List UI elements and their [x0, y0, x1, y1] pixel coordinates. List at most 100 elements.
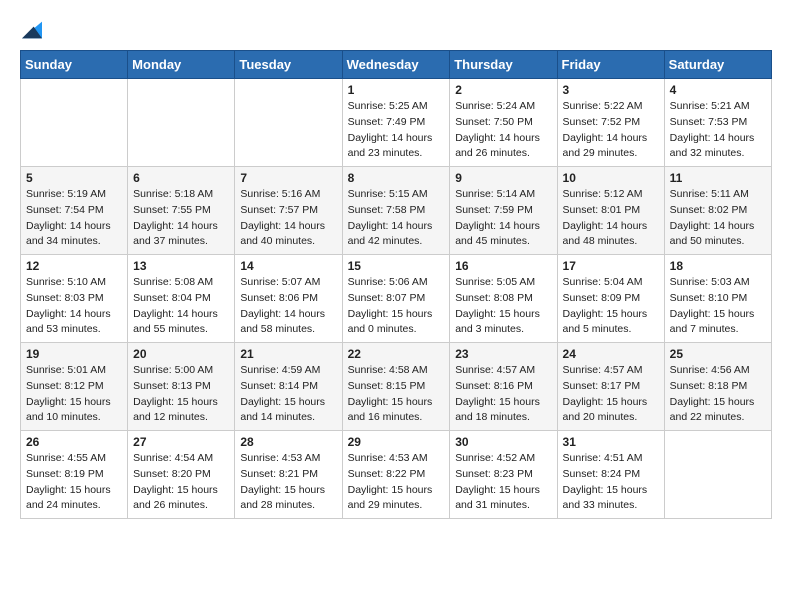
day-info: Sunrise: 5:22 AMSunset: 7:52 PMDaylight:… — [563, 99, 659, 162]
day-info: Sunrise: 4:53 AMSunset: 8:21 PMDaylight:… — [240, 451, 336, 514]
calendar-cell-week2-day6: 11 Sunrise: 5:11 AMSunset: 8:02 PMDayligh… — [664, 167, 771, 255]
calendar-cell-week4-day6: 25 Sunrise: 4:56 AMSunset: 8:18 PMDayligh… — [664, 343, 771, 431]
day-number: 5 — [26, 171, 122, 185]
calendar-cell-week1-day5: 3 Sunrise: 5:22 AMSunset: 7:52 PMDaylight… — [557, 79, 664, 167]
calendar-cell-week2-day0: 5Sunrise: 5:19 AMSunset: 7:54 PMDaylight… — [21, 167, 128, 255]
weekday-header-row: SundayMondayTuesdayWednesdayThursdayFrid… — [21, 51, 772, 79]
day-info: Sunrise: 5:11 AMSunset: 8:02 PMDaylight:… — [670, 187, 766, 250]
calendar-cell-week3-day0: 12 Sunrise: 5:10 AMSunset: 8:03 PMDayligh… — [21, 255, 128, 343]
day-info: Sunrise: 5:14 AMSunset: 7:59 PMDaylight:… — [455, 187, 551, 250]
calendar-cell-week2-day5: 10 Sunrise: 5:12 AMSunset: 8:01 PMDayligh… — [557, 167, 664, 255]
calendar-cell-week1-day6: 4 Sunrise: 5:21 AMSunset: 7:53 PMDaylight… — [664, 79, 771, 167]
day-number: 13 — [133, 259, 229, 273]
weekday-header-thursday: Thursday — [450, 51, 557, 79]
calendar-cell-week5-day2: 28 Sunrise: 4:53 AMSunset: 8:21 PMDayligh… — [235, 431, 342, 519]
day-number: 22 — [348, 347, 445, 361]
calendar-cell-week4-day3: 22Sunrise: 4:58 AMSunset: 8:15 PMDayligh… — [342, 343, 450, 431]
logo-icon — [22, 20, 42, 40]
weekday-header-sunday: Sunday — [21, 51, 128, 79]
day-info: Sunrise: 5:24 AMSunset: 7:50 PMDaylight:… — [455, 99, 551, 162]
day-info: Sunrise: 4:52 AMSunset: 8:23 PMDaylight:… — [455, 451, 551, 514]
calendar-cell-week1-day0 — [21, 79, 128, 167]
week-row-1: 1 Sunrise: 5:25 AMSunset: 7:49 PMDaylight… — [21, 79, 772, 167]
day-number: 14 — [240, 259, 336, 273]
day-info: Sunrise: 5:05 AMSunset: 8:08 PMDaylight:… — [455, 275, 551, 338]
week-row-4: 19 Sunrise: 5:01 AMSunset: 8:12 PMDayligh… — [21, 343, 772, 431]
calendar-cell-week1-day1 — [128, 79, 235, 167]
weekday-header-wednesday: Wednesday — [342, 51, 450, 79]
day-info: Sunrise: 5:07 AMSunset: 8:06 PMDaylight:… — [240, 275, 336, 338]
day-number: 3 — [563, 83, 659, 97]
day-number: 29 — [348, 435, 445, 449]
calendar-cell-week2-day4: 9 Sunrise: 5:14 AMSunset: 7:59 PMDaylight… — [450, 167, 557, 255]
calendar-cell-week4-day2: 21 Sunrise: 4:59 AMSunset: 8:14 PMDayligh… — [235, 343, 342, 431]
logo — [20, 20, 42, 40]
day-number: 28 — [240, 435, 336, 449]
week-row-2: 5Sunrise: 5:19 AMSunset: 7:54 PMDaylight… — [21, 167, 772, 255]
day-number: 30 — [455, 435, 551, 449]
day-number: 12 — [26, 259, 122, 273]
day-number: 19 — [26, 347, 122, 361]
calendar-cell-week5-day0: 26Sunrise: 4:55 AMSunset: 8:19 PMDayligh… — [21, 431, 128, 519]
day-info: Sunrise: 4:54 AMSunset: 8:20 PMDaylight:… — [133, 451, 229, 514]
calendar-cell-week2-day3: 8 Sunrise: 5:15 AMSunset: 7:58 PMDaylight… — [342, 167, 450, 255]
day-number: 7 — [240, 171, 336, 185]
day-info: Sunrise: 5:03 AMSunset: 8:10 PMDaylight:… — [670, 275, 766, 338]
weekday-header-tuesday: Tuesday — [235, 51, 342, 79]
page-header — [20, 20, 772, 40]
day-info: Sunrise: 5:15 AMSunset: 7:58 PMDaylight:… — [348, 187, 445, 250]
day-number: 21 — [240, 347, 336, 361]
day-number: 24 — [563, 347, 659, 361]
weekday-header-saturday: Saturday — [664, 51, 771, 79]
day-info: Sunrise: 4:51 AMSunset: 8:24 PMDaylight:… — [563, 451, 659, 514]
calendar-cell-week4-day5: 24 Sunrise: 4:57 AMSunset: 8:17 PMDayligh… — [557, 343, 664, 431]
day-info: Sunrise: 5:16 AMSunset: 7:57 PMDaylight:… — [240, 187, 336, 250]
day-number: 18 — [670, 259, 766, 273]
day-info: Sunrise: 4:57 AMSunset: 8:17 PMDaylight:… — [563, 363, 659, 426]
calendar-cell-week5-day5: 31 Sunrise: 4:51 AMSunset: 8:24 PMDayligh… — [557, 431, 664, 519]
day-number: 27 — [133, 435, 229, 449]
day-number: 17 — [563, 259, 659, 273]
day-info: Sunrise: 4:56 AMSunset: 8:18 PMDaylight:… — [670, 363, 766, 426]
day-number: 31 — [563, 435, 659, 449]
calendar-cell-week3-day2: 14 Sunrise: 5:07 AMSunset: 8:06 PMDayligh… — [235, 255, 342, 343]
day-info: Sunrise: 5:10 AMSunset: 8:03 PMDaylight:… — [26, 275, 122, 338]
calendar-cell-week3-day1: 13 Sunrise: 5:08 AMSunset: 8:04 PMDayligh… — [128, 255, 235, 343]
calendar-cell-week2-day2: 7 Sunrise: 5:16 AMSunset: 7:57 PMDaylight… — [235, 167, 342, 255]
day-number: 25 — [670, 347, 766, 361]
calendar-cell-week3-day5: 17Sunrise: 5:04 AMSunset: 8:09 PMDayligh… — [557, 255, 664, 343]
day-number: 4 — [670, 83, 766, 97]
weekday-header-monday: Monday — [128, 51, 235, 79]
day-number: 8 — [348, 171, 445, 185]
day-number: 11 — [670, 171, 766, 185]
day-info: Sunrise: 4:59 AMSunset: 8:14 PMDaylight:… — [240, 363, 336, 426]
calendar-cell-week1-day2 — [235, 79, 342, 167]
calendar-cell-week5-day1: 27 Sunrise: 4:54 AMSunset: 8:20 PMDayligh… — [128, 431, 235, 519]
day-number: 23 — [455, 347, 551, 361]
day-info: Sunrise: 4:57 AMSunset: 8:16 PMDaylight:… — [455, 363, 551, 426]
day-info: Sunrise: 5:25 AMSunset: 7:49 PMDaylight:… — [348, 99, 445, 162]
day-number: 10 — [563, 171, 659, 185]
day-number: 1 — [348, 83, 445, 97]
day-number: 15 — [348, 259, 445, 273]
day-info: Sunrise: 5:12 AMSunset: 8:01 PMDaylight:… — [563, 187, 659, 250]
calendar-cell-week2-day1: 6Sunrise: 5:18 AMSunset: 7:55 PMDaylight… — [128, 167, 235, 255]
day-number: 2 — [455, 83, 551, 97]
day-number: 6 — [133, 171, 229, 185]
day-number: 20 — [133, 347, 229, 361]
calendar-cell-week4-day4: 23 Sunrise: 4:57 AMSunset: 8:16 PMDayligh… — [450, 343, 557, 431]
calendar-cell-week3-day4: 16 Sunrise: 5:05 AMSunset: 8:08 PMDayligh… — [450, 255, 557, 343]
day-info: Sunrise: 4:55 AMSunset: 8:19 PMDaylight:… — [26, 451, 122, 514]
calendar-cell-week4-day1: 20Sunrise: 5:00 AMSunset: 8:13 PMDayligh… — [128, 343, 235, 431]
calendar-cell-week5-day4: 30 Sunrise: 4:52 AMSunset: 8:23 PMDayligh… — [450, 431, 557, 519]
calendar-cell-week1-day3: 1 Sunrise: 5:25 AMSunset: 7:49 PMDaylight… — [342, 79, 450, 167]
day-info: Sunrise: 4:53 AMSunset: 8:22 PMDaylight:… — [348, 451, 445, 514]
day-info: Sunrise: 5:21 AMSunset: 7:53 PMDaylight:… — [670, 99, 766, 162]
day-number: 16 — [455, 259, 551, 273]
day-number: 9 — [455, 171, 551, 185]
day-info: Sunrise: 5:08 AMSunset: 8:04 PMDaylight:… — [133, 275, 229, 338]
week-row-3: 12 Sunrise: 5:10 AMSunset: 8:03 PMDayligh… — [21, 255, 772, 343]
weekday-header-friday: Friday — [557, 51, 664, 79]
calendar-cell-week4-day0: 19 Sunrise: 5:01 AMSunset: 8:12 PMDayligh… — [21, 343, 128, 431]
day-info: Sunrise: 5:01 AMSunset: 8:12 PMDaylight:… — [26, 363, 122, 426]
